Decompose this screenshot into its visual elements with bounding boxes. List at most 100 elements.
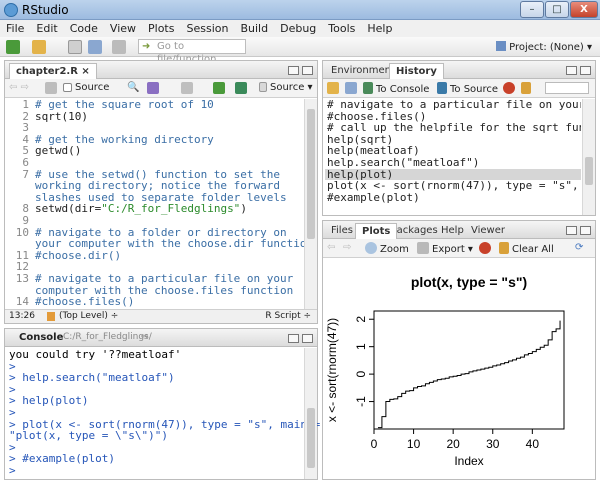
editor-statusbar: 13:26 (Top Level) ÷ R Script ÷ bbox=[5, 309, 317, 323]
remove-entry-icon[interactable] bbox=[503, 82, 518, 95]
history-list[interactable]: # navigate to a particular file on your … bbox=[325, 99, 581, 203]
y-tick-label: 2 bbox=[354, 316, 368, 323]
menu-plots[interactable]: Plots bbox=[142, 20, 180, 35]
menu-session[interactable]: Session bbox=[180, 20, 234, 35]
print-icon[interactable] bbox=[112, 40, 126, 54]
console-scrollbar[interactable] bbox=[304, 348, 317, 479]
project-cube-icon bbox=[496, 41, 507, 51]
tab-chapter2[interactable]: chapter2.R × bbox=[9, 63, 97, 79]
back-arrow-icon[interactable]: ⇦ ⇨ bbox=[9, 82, 29, 93]
editor-scroll-thumb[interactable] bbox=[307, 109, 315, 239]
clear-all-label: Clear All bbox=[512, 244, 554, 255]
maximize-pane-icon[interactable] bbox=[302, 66, 313, 75]
code-tools-icon[interactable] bbox=[147, 82, 162, 95]
previous-plot-icon[interactable]: ⇦ bbox=[327, 242, 335, 253]
y-axis-label: x <- sort(rnorm(47)) bbox=[325, 318, 339, 422]
history-scrollbar[interactable] bbox=[582, 99, 595, 215]
minimize-pane-icon[interactable] bbox=[288, 66, 299, 75]
checkbox-icon[interactable] bbox=[63, 83, 72, 92]
history-scroll-thumb[interactable] bbox=[585, 157, 593, 185]
search-icon[interactable]: 🔍 bbox=[127, 82, 139, 93]
clear-all-button[interactable]: Clear All bbox=[499, 242, 554, 255]
to-source-button[interactable]: To Source bbox=[437, 82, 498, 95]
editor-toolbar: ⇦ ⇨ Source 🔍 Source ▾ bbox=[5, 79, 317, 98]
tab-history[interactable]: History bbox=[389, 63, 444, 79]
menu-edit[interactable]: Edit bbox=[30, 20, 63, 35]
menu-file[interactable]: File bbox=[0, 20, 30, 35]
history-entry[interactable]: #example(plot) bbox=[325, 192, 581, 204]
new-file-icon[interactable] bbox=[6, 40, 20, 54]
tab-plots[interactable]: Plots bbox=[355, 223, 398, 239]
editor-scrollbar[interactable] bbox=[304, 99, 317, 309]
plots-toolbar: ⇦ ⇨ Zoom Export ▾ Clear All ⟳ bbox=[323, 239, 595, 258]
source-arrow-icon[interactable] bbox=[235, 82, 250, 95]
line-number: 13 bbox=[15, 272, 29, 285]
code-string: "C:/R_for_Fledglings" bbox=[101, 202, 241, 216]
history-entry[interactable]: help(meatloaf) bbox=[325, 145, 581, 157]
remove-plot-icon[interactable] bbox=[479, 242, 494, 255]
console-line: > help(plot) bbox=[9, 394, 89, 408]
menu-debug[interactable]: Debug bbox=[274, 20, 322, 35]
to-console-button[interactable]: To Console bbox=[363, 82, 429, 95]
history-entry[interactable]: # call up the helpfile for the sqrt func… bbox=[325, 122, 581, 134]
open-project-icon[interactable] bbox=[32, 40, 46, 54]
maximize-plots-icon[interactable] bbox=[580, 226, 591, 235]
source-tabstrip: chapter2.R × bbox=[5, 61, 317, 79]
file-type-selector[interactable]: R Script ÷ bbox=[265, 311, 311, 321]
history-entry[interactable]: # navigate to a particular file on your … bbox=[325, 99, 581, 111]
maximize-console-icon[interactable] bbox=[302, 334, 313, 343]
history-entry[interactable]: #choose.files() bbox=[325, 111, 581, 123]
menu-view[interactable]: View bbox=[104, 20, 142, 35]
source-button[interactable]: Source ▾ bbox=[259, 82, 313, 93]
show-in-window-icon[interactable] bbox=[45, 82, 60, 95]
load-history-icon[interactable] bbox=[327, 82, 342, 95]
console-path: C:/R_for_Fledglings/ bbox=[63, 332, 152, 342]
console-scroll-thumb[interactable] bbox=[307, 408, 315, 468]
menu-code[interactable]: Code bbox=[64, 20, 104, 35]
history-window-controls[interactable] bbox=[563, 65, 591, 78]
source-on-save[interactable]: Source bbox=[63, 82, 109, 93]
maximize-history-icon[interactable] bbox=[580, 66, 591, 75]
plots-window-controls[interactable] bbox=[563, 225, 591, 238]
maximize-button[interactable]: □ bbox=[545, 1, 569, 18]
tab-viewer[interactable]: Viewer bbox=[465, 223, 511, 239]
history-tabstrip: Environment History bbox=[323, 61, 595, 79]
history-entry[interactable]: help(sqrt) bbox=[325, 134, 581, 146]
source-pane: chapter2.R × ⇦ ⇨ Source 🔍 Source ▾ 1 # ge… bbox=[4, 60, 318, 324]
tab-files[interactable]: Files bbox=[325, 223, 359, 239]
rstudio-logo-icon bbox=[4, 3, 18, 17]
console-output[interactable]: you could try '??meatloaf' > > help.search… bbox=[9, 349, 320, 477]
close-button[interactable]: X bbox=[570, 1, 598, 18]
minimize-history-icon[interactable] bbox=[566, 66, 577, 75]
pane-window-controls[interactable] bbox=[285, 65, 313, 78]
console-window-controls[interactable] bbox=[285, 333, 313, 346]
menu-tools[interactable]: Tools bbox=[322, 20, 361, 35]
refresh-icon[interactable]: ⟳ bbox=[575, 242, 583, 253]
menu-build[interactable]: Build bbox=[234, 20, 274, 35]
project-menu[interactable]: Project: (None) ▾ bbox=[496, 41, 592, 53]
run-lines-icon[interactable] bbox=[181, 82, 196, 95]
save-history-icon[interactable] bbox=[345, 82, 360, 95]
minimize-plots-icon[interactable] bbox=[566, 226, 577, 235]
minimize-button[interactable]: – bbox=[520, 1, 544, 18]
history-search-input[interactable] bbox=[545, 82, 589, 97]
export-button[interactable]: Export ▾ bbox=[417, 242, 473, 255]
history-entry[interactable]: plot(x <- sort(rnorm(47)), type = "s", m… bbox=[325, 180, 581, 192]
console-tab[interactable]: Console bbox=[19, 332, 63, 343]
zoom-button[interactable]: Zoom bbox=[365, 242, 409, 255]
go-to-directory-icon[interactable]: ⇨ bbox=[141, 332, 149, 342]
save-icon[interactable] bbox=[88, 40, 102, 54]
open-file-icon[interactable] bbox=[68, 40, 82, 54]
scope-selector[interactable]: (Top Level) ÷ bbox=[59, 311, 118, 321]
line-number: 1 bbox=[22, 98, 29, 111]
history-entry[interactable]: help(plot) bbox=[325, 168, 581, 181]
goto-file-input[interactable]: ➜ Go to file/function bbox=[138, 39, 246, 65]
code-editor[interactable]: 1 # get the square root of 10 2 sqrt(10) 3 4 #… bbox=[5, 98, 313, 319]
broom-icon[interactable] bbox=[521, 82, 534, 95]
menu-help[interactable]: Help bbox=[361, 20, 398, 35]
title-bar: RStudio – □ X bbox=[0, 0, 600, 20]
history-entry[interactable]: help.search("meatloaf") bbox=[325, 157, 581, 169]
rerun-icon[interactable] bbox=[213, 82, 228, 95]
minimize-console-icon[interactable] bbox=[288, 334, 299, 343]
next-plot-icon[interactable]: ⇨ bbox=[343, 242, 351, 253]
